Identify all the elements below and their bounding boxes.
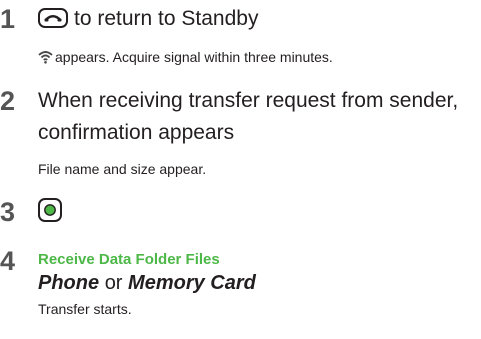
option-phone: Phone	[38, 272, 100, 294]
step-2-line-2: confirmation appears	[38, 121, 235, 144]
step-number: 4	[0, 246, 16, 276]
step-2-note: File name and size appear.	[38, 161, 207, 177]
menu-item-receive-data-folder-files: Receive Data Folder Files	[38, 251, 220, 268]
step-4-note: Transfer starts.	[38, 301, 132, 317]
center-select-key-icon	[38, 198, 62, 222]
step-number: 3	[0, 197, 16, 227]
step-1-note-text: appears. Acquire signal within three min…	[55, 49, 333, 65]
step-number: 2	[0, 86, 16, 116]
storage-choice: Phone or Memory Card	[38, 271, 256, 295]
ir-signal-icon	[38, 51, 53, 64]
option-memory-card: Memory Card	[128, 272, 256, 294]
step-1-text: to return to Standby	[74, 7, 259, 30]
step-number: 1	[0, 4, 16, 34]
step-1-note: appears. Acquire signal within three min…	[38, 48, 333, 66]
step-1-instruction: to return to Standby	[38, 4, 258, 34]
option-separator: or	[104, 272, 123, 294]
end-call-key-icon	[38, 8, 68, 28]
step-2-line-1: When receiving transfer request from sen…	[38, 89, 459, 112]
step-3-instruction	[38, 197, 62, 227]
